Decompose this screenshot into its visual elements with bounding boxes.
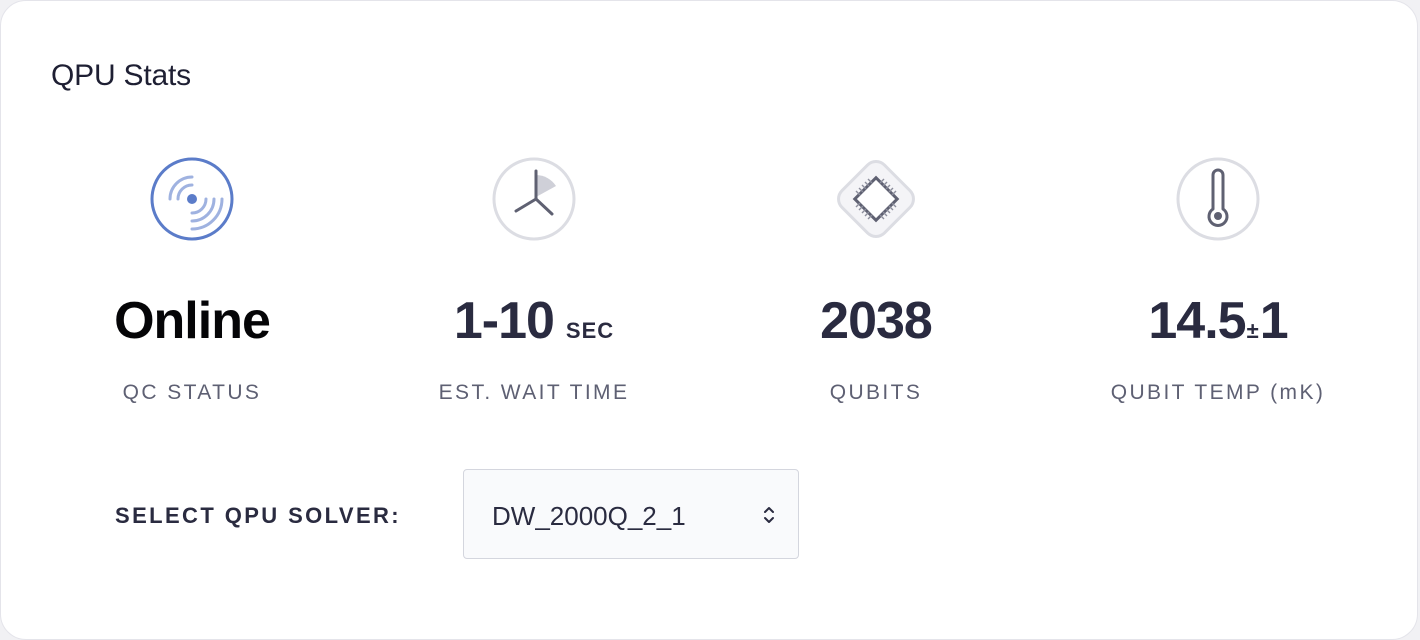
chip-icon	[837, 160, 915, 238]
qpu-solver-select[interactable]: DW_2000Q_2_1	[463, 469, 799, 559]
stat-qc-status: Online QC STATUS	[22, 151, 362, 404]
qubit-temp-tolerance: 1	[1259, 292, 1289, 350]
card-title: QPU Stats	[51, 59, 191, 92]
chevron-updown-icon	[764, 507, 774, 523]
qubits-label: QUBITS	[829, 381, 923, 404]
thermometer-icon	[1176, 157, 1260, 241]
wait-time-unit: SEC	[565, 318, 615, 343]
qubit-temp-label: QUBIT TEMP (mK)	[1110, 381, 1326, 404]
wait-time-label: EST. WAIT TIME	[438, 381, 630, 404]
stat-qubits: 2038 QUBITS	[706, 151, 1046, 404]
solver-selected-value: DW_2000Q_2_1	[492, 501, 686, 531]
wait-time-value: 1-10 SEC	[364, 291, 704, 361]
qpu-stats-card: QPU Stats Online QC STATUS 1-10 SEC EST. …	[0, 0, 1418, 640]
stat-wait-time: 1-10 SEC EST. WAIT TIME	[364, 151, 704, 404]
signal-icon	[150, 157, 234, 241]
clock-icon	[492, 157, 576, 241]
qubits-value: 2038	[820, 292, 933, 350]
qubit-temp-value: 14.5±1	[1048, 291, 1388, 361]
qc-status-label: QC STATUS	[122, 381, 262, 404]
qc-status-value: Online	[114, 292, 271, 350]
solver-select-label: SELECT QPU SOLVER:	[115, 503, 402, 528]
qubit-temp-plus-minus: ±	[1246, 318, 1259, 343]
qubit-temp-number: 14.5	[1148, 292, 1246, 350]
stat-qubit-temp: 14.5±1 QUBIT TEMP (mK)	[1048, 151, 1388, 404]
wait-time-number: 1-10	[453, 292, 555, 350]
